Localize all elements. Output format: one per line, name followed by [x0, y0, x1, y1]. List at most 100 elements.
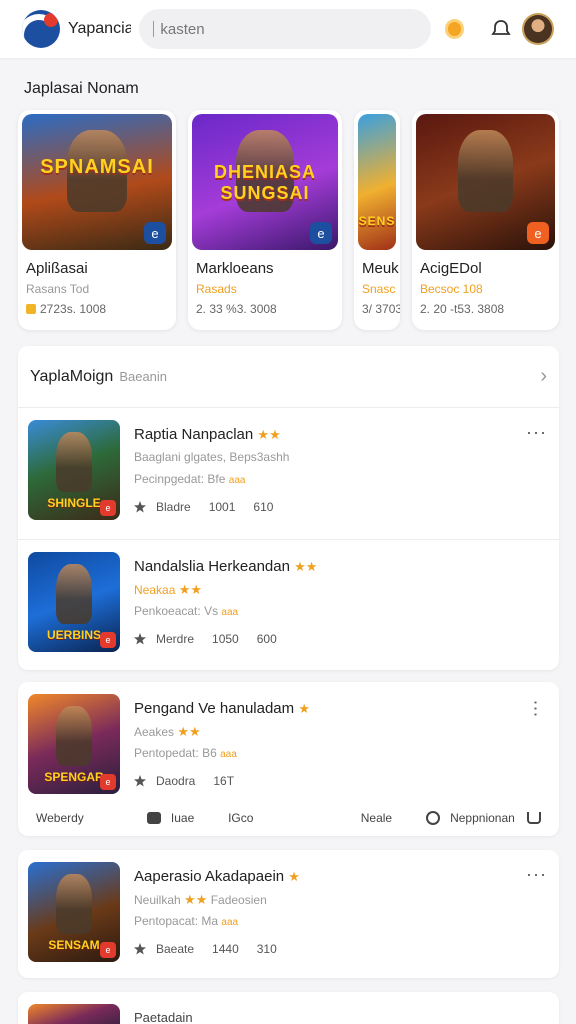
featured-card-name: Meuk: [362, 260, 399, 277]
share-icon[interactable]: [527, 812, 541, 824]
list-item[interactable]: SHINGLE e Raptia Nanpaclan ★★ Baaglani g…: [18, 408, 559, 540]
notification-icon[interactable]: [490, 18, 512, 40]
search-placeholder: kasten: [160, 20, 205, 38]
clock-icon: [426, 811, 441, 825]
item-description: Baaglani glgates, Beps3ashh: [134, 450, 290, 464]
featured-card-image: e: [416, 114, 555, 250]
item-meta: Pentopacat: Ma aaa: [134, 914, 239, 928]
list-item[interactable]: SENSAM e Aaperasio Akadapaein ★ Neuilkah…: [18, 850, 559, 982]
game-art-title: SENS: [358, 214, 396, 228]
item-stats: Bladre 1001 610: [134, 500, 273, 514]
platform-badge-icon: e: [144, 222, 166, 244]
game-art-title: DHENIASA SUNGSAI: [213, 162, 316, 203]
item-title: Aaperasio Akadapaein ★: [134, 868, 300, 885]
game-thumbnail: UERBINS e: [28, 552, 120, 652]
featured-card-meta: 2. 33 %3. 3008: [196, 302, 277, 316]
star-icon: [134, 775, 146, 787]
platform-badge-icon: e: [100, 632, 116, 648]
character-art: [55, 706, 93, 766]
comment-icon: [146, 812, 161, 824]
list-header[interactable]: YaplaMoign Baeanin ›: [18, 346, 559, 408]
platform-badge-icon: e: [100, 942, 116, 958]
app-logo[interactable]: [22, 10, 60, 48]
game-list-panel: YaplaMoign Baeanin › SHINGLE e Raptia Na…: [18, 346, 559, 670]
featured-card-tag: Rasads: [196, 282, 237, 296]
search-input[interactable]: kasten: [139, 9, 431, 49]
platform-badge-icon: e: [527, 222, 549, 244]
star-rating: ★: [298, 701, 310, 716]
featured-card-meta: 2723s. 1008: [26, 302, 106, 316]
featured-card-meta: 2. 20 -t53. 3808: [420, 302, 505, 316]
action-neale[interactable]: Neale: [361, 811, 426, 825]
action-comment[interactable]: Iuae: [146, 811, 228, 825]
featured-card-name: Markloeans: [196, 260, 274, 277]
game-card[interactable]: SPENGAR e Pengand Ve hanuladam ★ Aeakes …: [18, 682, 559, 836]
item-meta: Pecinpgedat: Bfe aaa: [134, 472, 246, 486]
star-icon: [134, 943, 146, 955]
platform-badge-icon: e: [310, 222, 332, 244]
platform-badge-icon: e: [100, 774, 116, 790]
featured-card[interactable]: DHENIASA SUNGSAI e Markloeans Rasads 2. …: [188, 110, 342, 330]
featured-card-image: DHENIASA SUNGSAI e: [192, 114, 338, 250]
item-title: Raptia Nanpaclan ★★: [134, 426, 281, 443]
featured-card[interactable]: SENS Meuk Snasc 3/ 3703: [354, 110, 400, 330]
character-art: [55, 432, 93, 492]
text-cursor: [153, 21, 155, 37]
featured-card-tag: Snasc: [362, 282, 396, 296]
more-options-icon[interactable]: ···: [526, 700, 547, 718]
star-rating: ★★: [257, 427, 281, 442]
game-thumbnail: [28, 1004, 120, 1024]
item-description: Neakaa ★★: [134, 582, 203, 597]
item-title: Nandalslia Herkeandan ★★: [134, 558, 318, 575]
featured-card-image: SPNAMSAI e: [22, 114, 172, 250]
list-item[interactable]: UERBINS e Nandalslia Herkeandan ★★ Neaka…: [18, 540, 559, 672]
game-thumbnail: SPENGAR e: [28, 694, 120, 794]
character-art: [55, 874, 93, 934]
coin-small-icon: [26, 304, 36, 314]
platform-badge-icon: e: [100, 500, 116, 516]
game-thumbnail: SENSAM e: [28, 862, 120, 962]
featured-card-meta: 3/ 3703: [362, 302, 400, 316]
item-stats: Daodra 16T: [134, 774, 234, 788]
featured-card-tag: Rasans Tod: [26, 282, 90, 296]
featured-card[interactable]: e AcigEDol Becsoc 108 2. 20 -t53. 3808: [412, 110, 559, 330]
star-rating: ★★: [294, 559, 318, 574]
item-meta: Penkoeacat: Vs aaa: [134, 604, 239, 618]
game-thumbnail: SHINGLE e: [28, 420, 120, 520]
character-art: [55, 564, 93, 624]
character-art: [457, 130, 514, 212]
item-title: Pengand Ve hanuladam ★: [134, 700, 310, 717]
card-action-row: Weberdy Iuae IGco Neale Neppnionan: [18, 802, 559, 834]
list-item[interactable]: SPENGAR e Pengand Ve hanuladam ★ Aeakes …: [18, 682, 559, 814]
featured-section-title: Japlasai Nonam: [24, 80, 139, 97]
star-icon: [134, 501, 146, 513]
featured-card-image: SENS: [358, 114, 396, 250]
list-subtitle: Baeanin: [119, 369, 168, 384]
list-title: YaplaMoign: [30, 367, 114, 385]
action-website[interactable]: Weberdy: [36, 811, 147, 825]
star-rating: ★: [288, 869, 300, 884]
item-stats: Merdre 1050 600: [134, 632, 277, 646]
action-time[interactable]: Neppnionan: [426, 811, 527, 825]
star-icon: [134, 633, 146, 645]
item-meta: Pentopedat: B6 aaa: [134, 746, 237, 760]
more-options-icon[interactable]: ···: [526, 422, 547, 443]
more-options-icon[interactable]: ···: [526, 864, 547, 885]
featured-card[interactable]: SPNAMSAI e Aplißasai Rasans Tod 2723s. 1…: [18, 110, 176, 330]
user-avatar[interactable]: [522, 13, 554, 45]
game-card[interactable]: Paetadain: [18, 992, 559, 1024]
item-description: Aeakes ★★: [134, 724, 201, 739]
item-description: Neuilkah ★★ Fadeosien: [134, 892, 267, 907]
chevron-right-icon[interactable]: ›: [540, 365, 547, 388]
item-title: Paetadain: [134, 1010, 193, 1024]
app-name: Yapancia: [68, 20, 132, 37]
featured-card-name: Aplißasai: [26, 260, 88, 277]
coin-icon[interactable]: [444, 19, 465, 39]
featured-card-name: AcigEDol: [420, 260, 482, 277]
top-bar: Yapancia kasten: [0, 0, 576, 58]
item-stats: Baeate 1440 310: [134, 942, 277, 956]
game-card[interactable]: SENSAM e Aaperasio Akadapaein ★ Neuilkah…: [18, 850, 559, 978]
featured-card-tag: Becsoc 108: [420, 282, 483, 296]
game-art-title: SPNAMSAI: [40, 156, 154, 178]
action-count[interactable]: IGco: [228, 811, 361, 825]
